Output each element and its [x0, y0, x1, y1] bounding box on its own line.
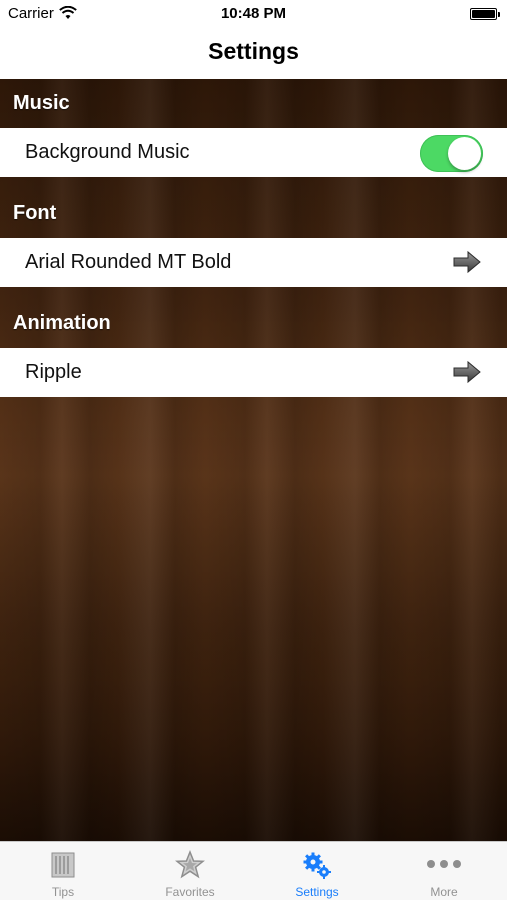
battery-icon: [470, 8, 500, 20]
section-header-animation: Animation: [13, 312, 111, 334]
tab-settings[interactable]: Settings: [254, 842, 380, 900]
arrow-right-icon[interactable]: [452, 250, 482, 274]
background-music-toggle[interactable]: [420, 135, 483, 172]
toggle-knob: [448, 137, 481, 170]
tab-label: Settings: [295, 885, 339, 899]
section-header-font: Font: [13, 202, 57, 224]
tab-more[interactable]: More: [381, 842, 507, 900]
tab-favorites[interactable]: Favorites: [127, 842, 253, 900]
row-label: Arial Rounded MT Bold: [25, 251, 232, 273]
tab-label: More: [430, 885, 458, 899]
row-label: Background Music: [25, 141, 190, 163]
tab-tips[interactable]: Tips: [0, 842, 126, 900]
navigation-bar: Settings: [0, 28, 507, 79]
status-bar: Carrier 10:48 PM: [0, 0, 507, 28]
arrow-right-icon[interactable]: [452, 360, 482, 384]
status-time: 10:48 PM: [220, 5, 287, 22]
row-animation[interactable]: Ripple: [0, 348, 507, 397]
row-label: Ripple: [25, 361, 82, 383]
star-icon: [175, 850, 205, 879]
section-header-music: Music: [13, 92, 70, 114]
tab-label: Favorites: [165, 885, 215, 899]
more-dots-icon: [427, 860, 461, 868]
tab-bar: Tips Favorites Settings More: [0, 841, 507, 900]
tab-label: Tips: [51, 885, 75, 899]
page-title: Settings: [208, 38, 299, 64]
row-font[interactable]: Arial Rounded MT Bold: [0, 238, 507, 287]
gears-icon: [303, 852, 331, 879]
book-icon: [51, 852, 75, 878]
row-background-music: Background Music: [0, 128, 507, 177]
